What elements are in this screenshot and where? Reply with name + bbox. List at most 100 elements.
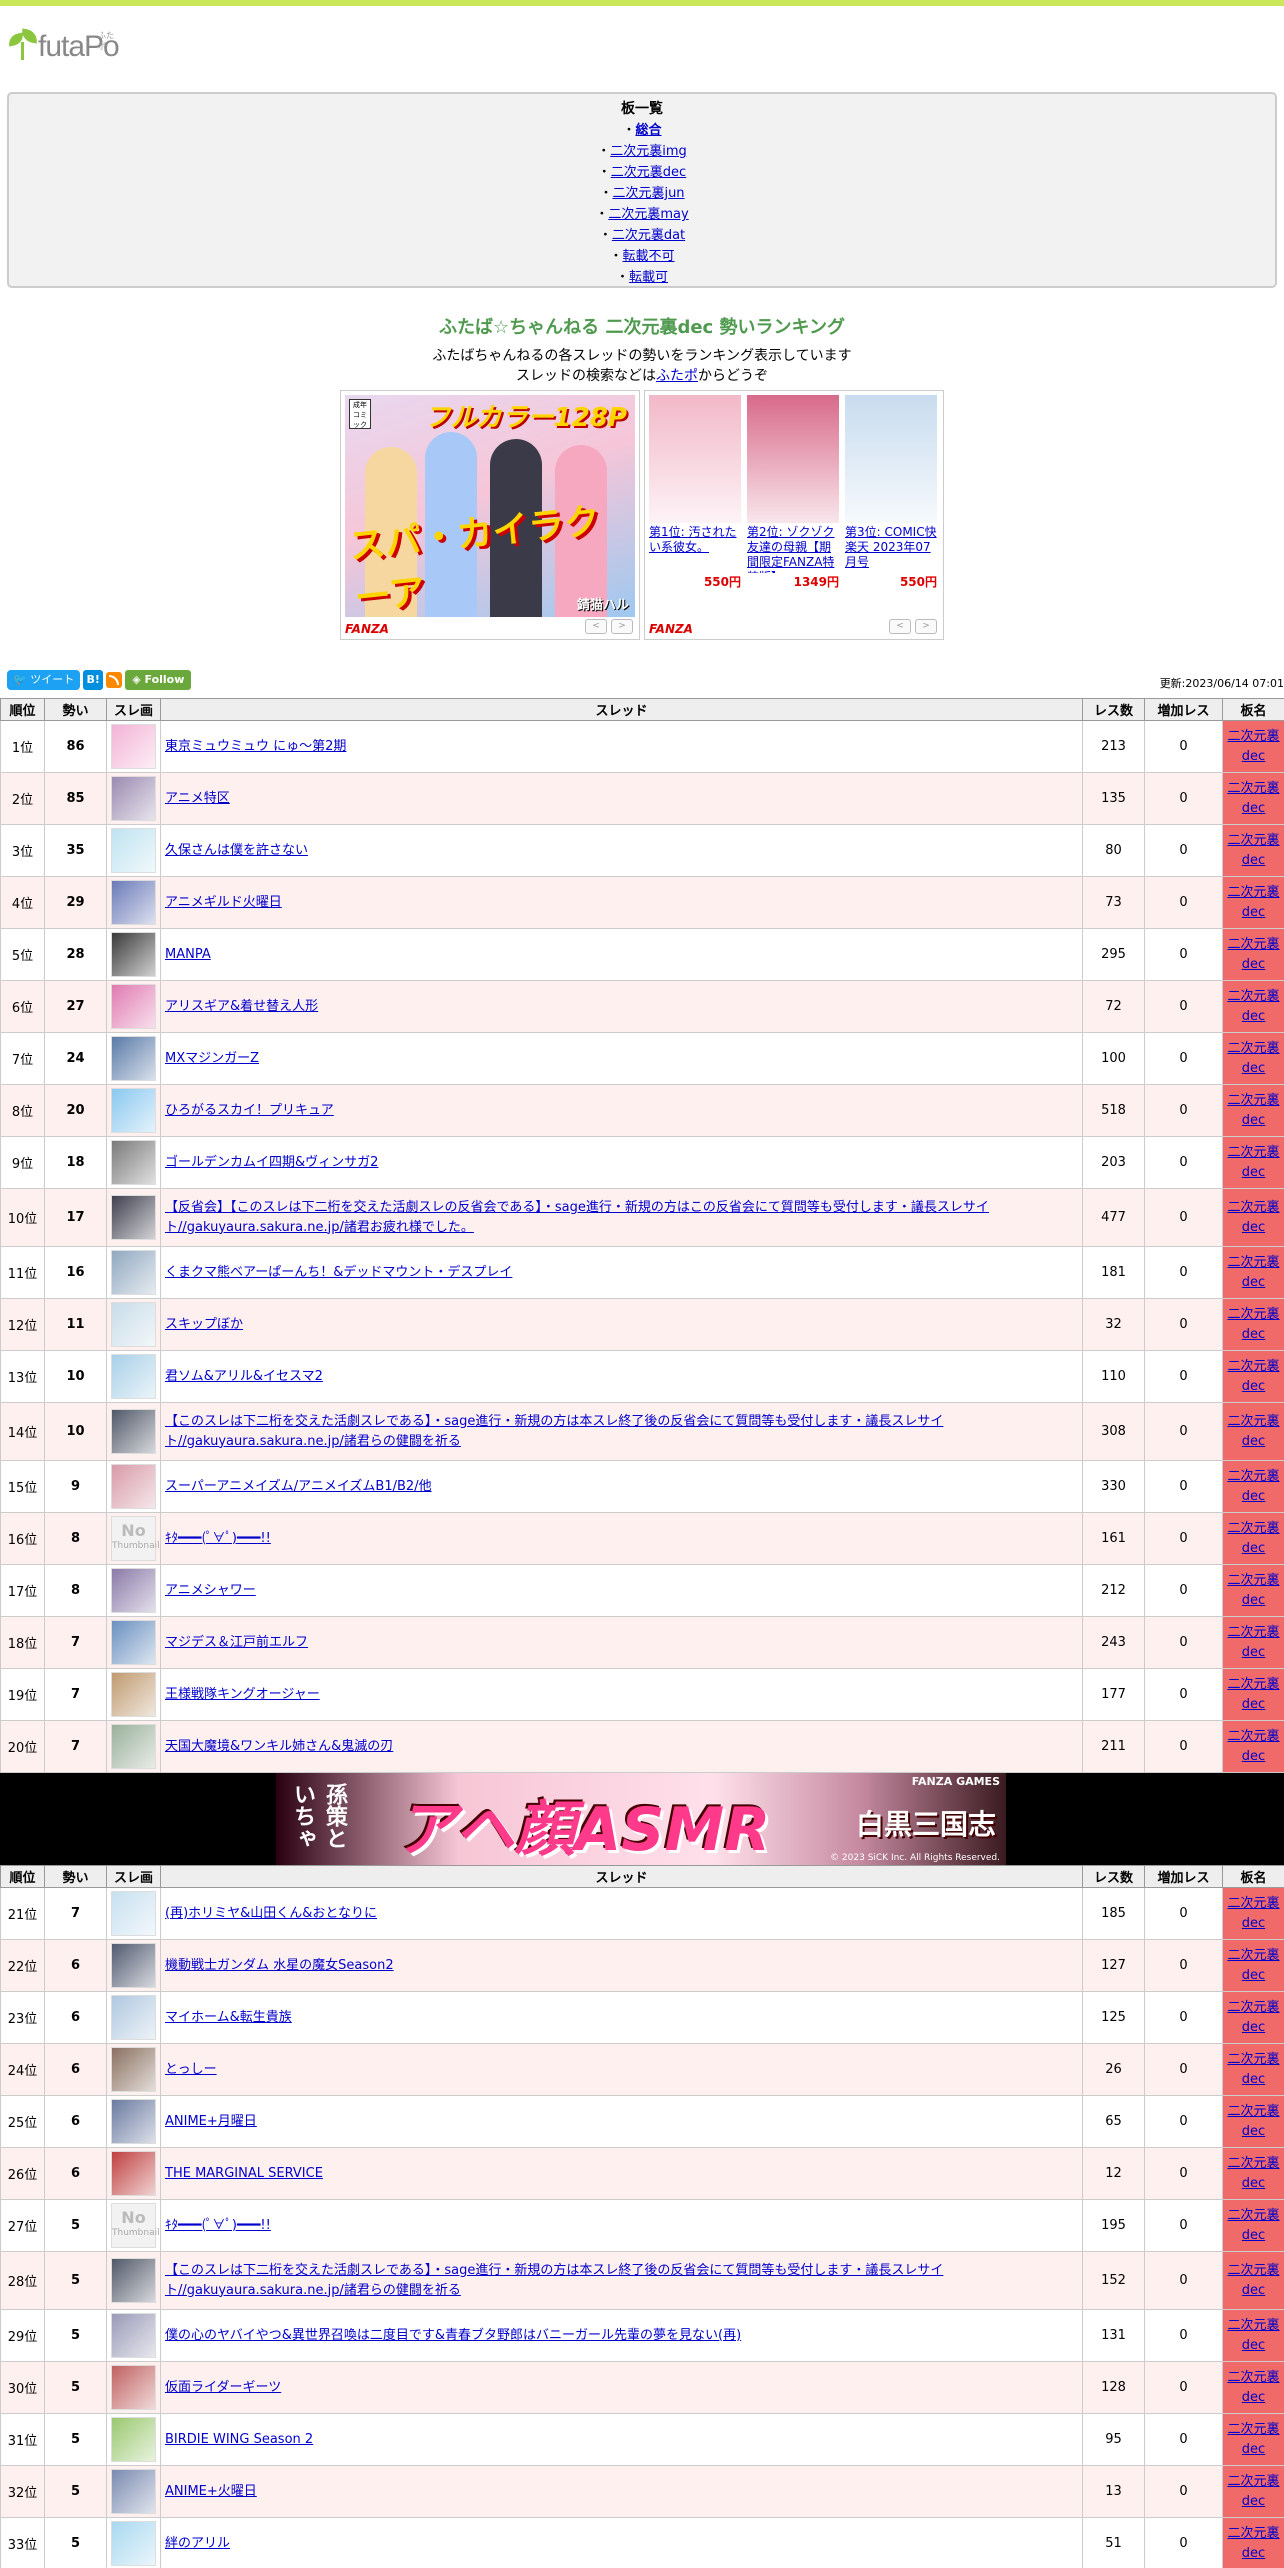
thread-link[interactable]: アニメ特区 <box>165 791 230 806</box>
board-link[interactable]: 二次元裏may <box>608 207 688 222</box>
thread-link[interactable]: 絆のアリル <box>165 2536 230 2551</box>
board-name-link[interactable]: 二次元裏 dec <box>1227 2263 1279 2298</box>
thread-thumbnail[interactable] <box>111 1195 156 1240</box>
thread-thumbnail[interactable] <box>111 932 156 977</box>
no-thumbnail-icon[interactable]: No Thumbnail <box>111 1516 160 1561</box>
board-link[interactable]: 転載不可 <box>623 249 675 264</box>
board-name-link[interactable]: 二次元裏 dec <box>1227 1093 1279 1128</box>
board-link[interactable]: 二次元裏img <box>610 144 687 159</box>
futapo-link[interactable]: ふたポ <box>656 368 698 384</box>
board-name-link[interactable]: 二次元裏 dec <box>1227 1573 1279 1608</box>
thread-link[interactable]: 仮面ライダーギーツ <box>165 2380 281 2395</box>
next-arrow-icon[interactable]: > <box>915 619 937 634</box>
thread-thumbnail[interactable] <box>111 2313 156 2358</box>
thread-link[interactable]: 【このスレは下二桁を交えた活劇スレである】・sage進行・新規の方は本スレ終了後… <box>165 1414 943 1449</box>
ad-ranking-item[interactable]: 第3位: COMIC快楽天 2023年07月号 550円 <box>845 395 937 590</box>
ad-item-caption[interactable]: 第3位: COMIC快楽天 2023年07月号 <box>845 525 937 573</box>
board-name-link[interactable]: 二次元裏 dec <box>1227 1414 1279 1449</box>
board-name-link[interactable]: 二次元裏 dec <box>1227 937 1279 972</box>
thread-link[interactable]: とっしー <box>165 2062 217 2077</box>
thread-link[interactable]: ｷﾀ━━━(ﾟ∀ﾟ)━━━!! <box>165 2218 271 2233</box>
board-name-link[interactable]: 二次元裏 dec <box>1227 2000 1279 2035</box>
board-name-link[interactable]: 二次元裏 dec <box>1227 1729 1279 1764</box>
board-name-link[interactable]: 二次元裏 dec <box>1227 2156 1279 2191</box>
thread-thumbnail[interactable] <box>111 880 156 925</box>
thread-thumbnail[interactable] <box>111 1568 156 1613</box>
board-name-link[interactable]: 二次元裏 dec <box>1227 1200 1279 1235</box>
board-name-link[interactable]: 二次元裏 dec <box>1227 833 1279 868</box>
board-name-link[interactable]: 二次元裏 dec <box>1227 2526 1279 2561</box>
thread-link[interactable]: 王様戦隊キングオージャー <box>165 1687 320 1702</box>
board-link[interactable]: 総合 <box>636 123 662 138</box>
board-name-link[interactable]: 二次元裏 dec <box>1227 1145 1279 1180</box>
thread-link[interactable]: スーパーアニメイズム/アニメイズムB1/B2/他 <box>165 1479 432 1494</box>
feedly-follow-button[interactable]: ◈ Follow <box>125 670 192 690</box>
ad-ranking-item[interactable]: 第1位: 汚された い系彼女。 550円 <box>649 395 741 590</box>
board-name-link[interactable]: 二次元裏 dec <box>1227 1307 1279 1342</box>
thread-link[interactable]: MXマジンガーZ <box>165 1051 259 1066</box>
board-name-link[interactable]: 二次元裏 dec <box>1227 2318 1279 2353</box>
thread-link[interactable]: くまクマ熊ベアーぱーんち！&デッドマウント・デスプレイ <box>165 1265 512 1280</box>
board-name-link[interactable]: 二次元裏 dec <box>1227 1677 1279 1712</box>
ad-item-caption[interactable]: 第2位: ゾクゾク友達の母親【期間限定FANZA特装版】 <box>747 525 839 573</box>
thread-link[interactable]: アニメシャワー <box>165 1583 256 1598</box>
thread-thumbnail[interactable] <box>111 1302 156 1347</box>
board-name-link[interactable]: 二次元裏 dec <box>1227 1625 1279 1660</box>
board-name-link[interactable]: 二次元裏 dec <box>1227 1041 1279 1076</box>
thread-link[interactable]: 東京ミュウミュウ にゅ～第2期 <box>165 739 346 754</box>
thread-thumbnail[interactable] <box>111 1250 156 1295</box>
tweet-button[interactable]: 🐦 ツイート <box>7 670 81 690</box>
thread-thumbnail[interactable] <box>111 1464 156 1509</box>
thread-thumbnail[interactable] <box>111 828 156 873</box>
thread-link[interactable]: 【このスレは下二桁を交えた活劇スレである】・sage進行・新規の方は本スレ終了後… <box>165 2263 943 2298</box>
board-name-link[interactable]: 二次元裏 dec <box>1227 2208 1279 2243</box>
thread-link[interactable]: 【反省会】【このスレは下二桁を交えた活劇スレの反省会である】・sage進行・新規… <box>165 1200 989 1235</box>
thread-thumbnail[interactable] <box>111 724 156 769</box>
thread-thumbnail[interactable] <box>111 1036 156 1081</box>
thread-link[interactable]: (再)ホリミヤ&山田くん&おとなりに <box>165 1906 377 1921</box>
thread-thumbnail[interactable] <box>111 984 156 1029</box>
rss-icon[interactable] <box>106 672 123 688</box>
thread-link[interactable]: 僕の心のヤバイやつ&異世界召喚は二度目です&青春ブタ野郎はバニーガール先輩の夢を… <box>165 2328 741 2343</box>
board-link[interactable]: 二次元裏jun <box>612 186 684 201</box>
board-name-link[interactable]: 二次元裏 dec <box>1227 1521 1279 1556</box>
thread-link[interactable]: マイホーム&転生貴族 <box>165 2010 292 2025</box>
board-link[interactable]: 転載可 <box>629 270 668 285</box>
thread-link[interactable]: THE MARGINAL SERVICE <box>165 2166 323 2181</box>
board-name-link[interactable]: 二次元裏 dec <box>1227 729 1279 764</box>
thread-thumbnail[interactable] <box>111 2365 156 2410</box>
thread-thumbnail[interactable] <box>111 1620 156 1665</box>
thread-link[interactable]: 君ソム&アリル&イセスマ2 <box>165 1369 323 1384</box>
thread-thumbnail[interactable] <box>111 776 156 821</box>
thread-thumbnail[interactable] <box>111 1140 156 1185</box>
board-name-link[interactable]: 二次元裏 dec <box>1227 2104 1279 2139</box>
thread-thumbnail[interactable] <box>111 2469 156 2514</box>
thread-thumbnail[interactable] <box>111 2417 156 2462</box>
thread-thumbnail[interactable] <box>111 1354 156 1399</box>
thread-thumbnail[interactable] <box>111 2521 156 2566</box>
board-name-link[interactable]: 二次元裏 dec <box>1227 2474 1279 2509</box>
thread-thumbnail[interactable] <box>111 1672 156 1717</box>
thread-link[interactable]: ｷﾀ━━━(ﾟ∀ﾟ)━━━!! <box>165 1531 271 1546</box>
board-name-link[interactable]: 二次元裏 dec <box>1227 1896 1279 1931</box>
thread-link[interactable]: BIRDIE WING Season 2 <box>165 2432 313 2447</box>
board-link[interactable]: 二次元裏dat <box>612 228 685 243</box>
thread-thumbnail[interactable] <box>111 2099 156 2144</box>
ad-banner-game[interactable]: 孫策といちゃ アヘ顔ASMR 白黒三国志 FANZA GAMES © 2023 … <box>0 1773 1284 1865</box>
thread-thumbnail[interactable] <box>111 1995 156 2040</box>
hatena-bookmark-button[interactable]: B! <box>83 670 104 690</box>
thread-thumbnail[interactable] <box>111 1943 156 1988</box>
thread-thumbnail[interactable] <box>111 1724 156 1769</box>
thread-thumbnail[interactable] <box>111 2258 156 2303</box>
thread-link[interactable]: 久保さんは僕を許さない <box>165 843 308 858</box>
ad-banner-comic[interactable]: 成年コミック フルカラー128P スパ・カイラクーア 錆猫ハル FANZA < > <box>340 390 640 640</box>
board-name-link[interactable]: 二次元裏 dec <box>1227 2370 1279 2405</box>
thread-thumbnail[interactable] <box>111 2047 156 2092</box>
board-name-link[interactable]: 二次元裏 dec <box>1227 1255 1279 1290</box>
prev-arrow-icon[interactable]: < <box>889 619 911 634</box>
prev-arrow-icon[interactable]: < <box>585 619 607 634</box>
thread-thumbnail[interactable] <box>111 1891 156 1936</box>
thread-link[interactable]: ANIME+月曜日 <box>165 2114 257 2129</box>
no-thumbnail-icon[interactable]: No Thumbnail <box>111 2203 160 2248</box>
site-logo[interactable]: futaPo ふたポ <box>6 28 120 62</box>
